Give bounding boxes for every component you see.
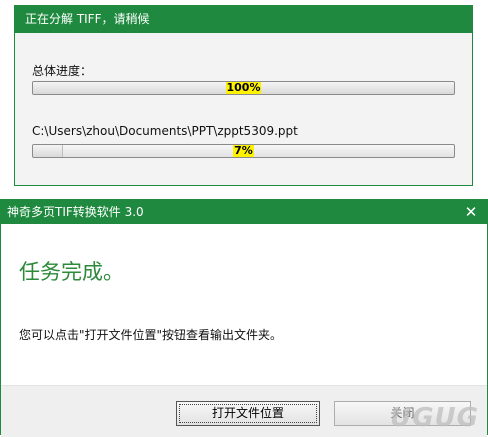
task-complete-heading: 任务完成。 [19,260,124,284]
progress-dialog-title: 正在分解 TIFF，请稍候 [15,6,472,33]
progress-dialog: 正在分解 TIFF，请稍候 总体进度： 100% C:\Users\zhou\D… [14,5,473,186]
current-file-path: C:\Users\zhou\Documents\PPT\zppt5309.ppt [32,124,298,138]
complete-dialog-titlebar: 神奇多页TIF转换软件 3.0 ✕ [1,200,487,224]
overall-progress-label: 总体进度： [32,64,93,78]
close-icon[interactable]: ✕ [455,200,487,224]
open-file-location-button[interactable]: 打开文件位置 [176,401,320,426]
file-progress-bar: 7% [32,144,455,158]
overall-progress-bar: 100% [32,81,455,95]
task-complete-message: 您可以点击"打开文件位置"按钮查看输出文件夹。 [19,328,283,342]
watermark-logo: UGUG [390,403,479,433]
overall-progress-text: 100% [225,81,262,94]
complete-dialog: 神奇多页TIF转换软件 3.0 ✕ 任务完成。 您可以点击"打开文件位置"按钮查… [0,199,488,437]
complete-dialog-title: 神奇多页TIF转换软件 3.0 [7,205,144,219]
file-progress-text: 7% [233,144,254,157]
